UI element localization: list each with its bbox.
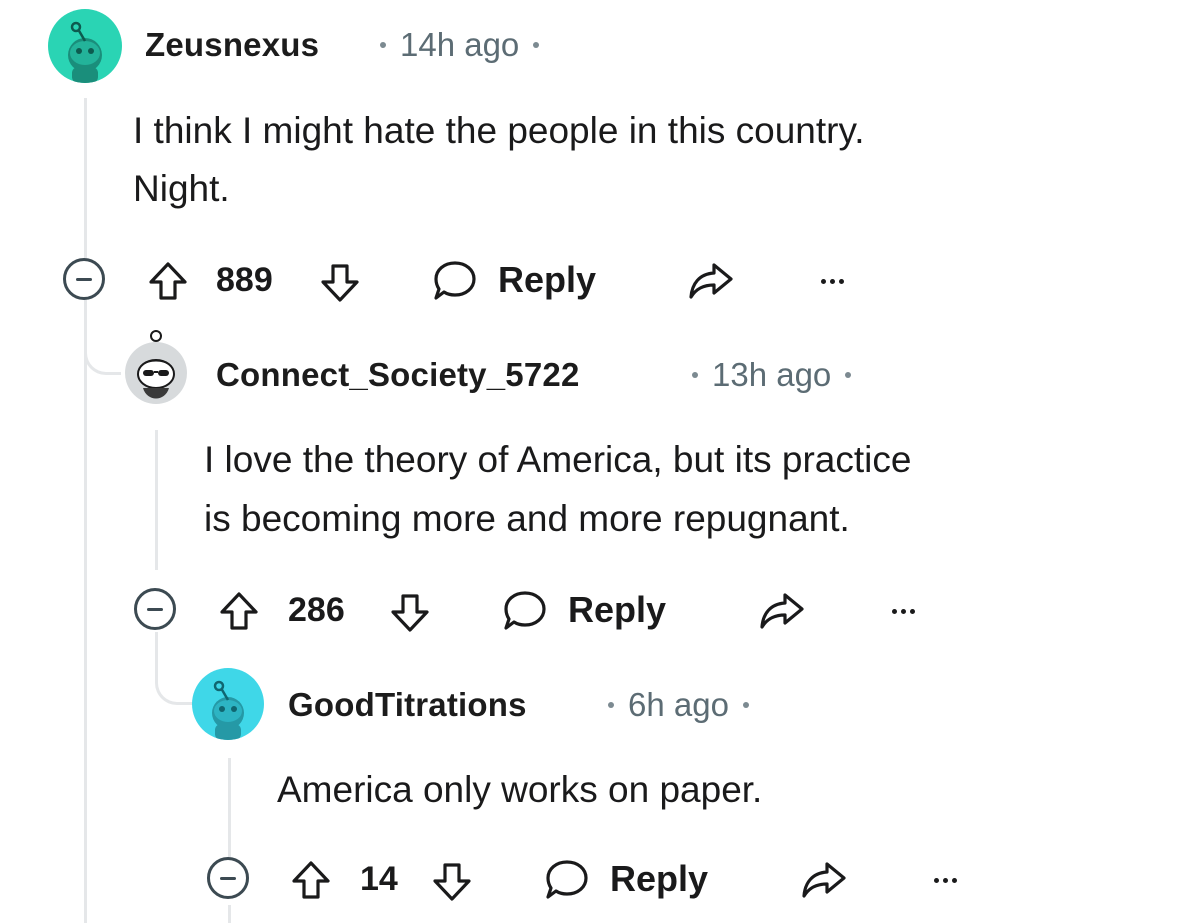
- snoo-avatar-icon: [68, 21, 102, 83]
- thread-line-level-3-bottom: [228, 905, 231, 923]
- comment-meta: 6h ago: [594, 686, 763, 724]
- vote-score: 286: [288, 591, 345, 629]
- downvote-icon[interactable]: [430, 860, 474, 904]
- vote-score: 889: [216, 261, 273, 299]
- username[interactable]: Connect_Society_5722: [216, 356, 580, 394]
- avatar[interactable]: [48, 9, 122, 83]
- share-icon[interactable]: [758, 590, 806, 632]
- timestamp: 6h ago: [628, 686, 729, 723]
- more-options-icon[interactable]: [892, 609, 915, 614]
- timestamp: 13h ago: [712, 356, 832, 393]
- separator-dot: [533, 42, 540, 48]
- vote-score: 14: [360, 860, 398, 898]
- thread-line-level-1[interactable]: [84, 98, 87, 923]
- more-options-icon[interactable]: [934, 878, 957, 883]
- minus-icon: [76, 277, 92, 281]
- separator-dot: [608, 702, 614, 708]
- thread-connector-2: [84, 310, 121, 375]
- minus-icon: [147, 607, 163, 611]
- antenna-icon: [150, 330, 162, 342]
- more-options-icon[interactable]: [821, 279, 844, 284]
- comment-bubble-icon[interactable]: [501, 588, 549, 634]
- timestamp: 14h ago: [400, 26, 520, 63]
- comment-meta: 13h ago: [678, 356, 865, 394]
- comment-bubble-icon[interactable]: [431, 258, 479, 304]
- collapse-button[interactable]: [63, 258, 105, 300]
- avatar[interactable]: [125, 342, 187, 404]
- minus-icon: [220, 876, 236, 880]
- comment-body-line: I love the theory of America, but its pr…: [204, 439, 912, 480]
- comment-body-line: I think I might hate the people in this …: [133, 110, 865, 151]
- comment-body-line: America only works on paper.: [277, 769, 763, 810]
- snoo-avatar-icon: [212, 680, 244, 740]
- avatar[interactable]: [192, 668, 264, 740]
- separator-dot: [380, 42, 386, 48]
- comment-body-line: Night.: [133, 168, 230, 209]
- comment-bubble-icon[interactable]: [543, 857, 591, 903]
- collapse-button[interactable]: [207, 857, 249, 899]
- comment-body-line: is becoming more and more repugnant.: [204, 498, 850, 539]
- comment-meta: 14h ago: [366, 26, 553, 64]
- reply-button[interactable]: Reply: [610, 858, 708, 900]
- separator-dot: [742, 702, 749, 708]
- downvote-icon[interactable]: [388, 591, 432, 635]
- share-icon[interactable]: [687, 260, 735, 302]
- thread-line-level-3[interactable]: [228, 758, 231, 858]
- upvote-icon[interactable]: [217, 589, 261, 633]
- username[interactable]: Zeusnexus: [145, 26, 319, 64]
- downvote-icon[interactable]: [318, 261, 362, 305]
- snoo-sunglasses-avatar-icon: [137, 359, 175, 399]
- separator-dot: [845, 372, 852, 378]
- thread-line-level-2[interactable]: [155, 430, 158, 570]
- reply-button[interactable]: Reply: [498, 259, 596, 301]
- username[interactable]: GoodTitrations: [288, 686, 527, 724]
- thread-connector-3: [155, 632, 196, 705]
- upvote-icon[interactable]: [289, 858, 333, 902]
- collapse-button[interactable]: [134, 588, 176, 630]
- reply-button[interactable]: Reply: [568, 589, 666, 631]
- upvote-icon[interactable]: [146, 259, 190, 303]
- share-icon[interactable]: [800, 859, 848, 901]
- separator-dot: [692, 372, 698, 378]
